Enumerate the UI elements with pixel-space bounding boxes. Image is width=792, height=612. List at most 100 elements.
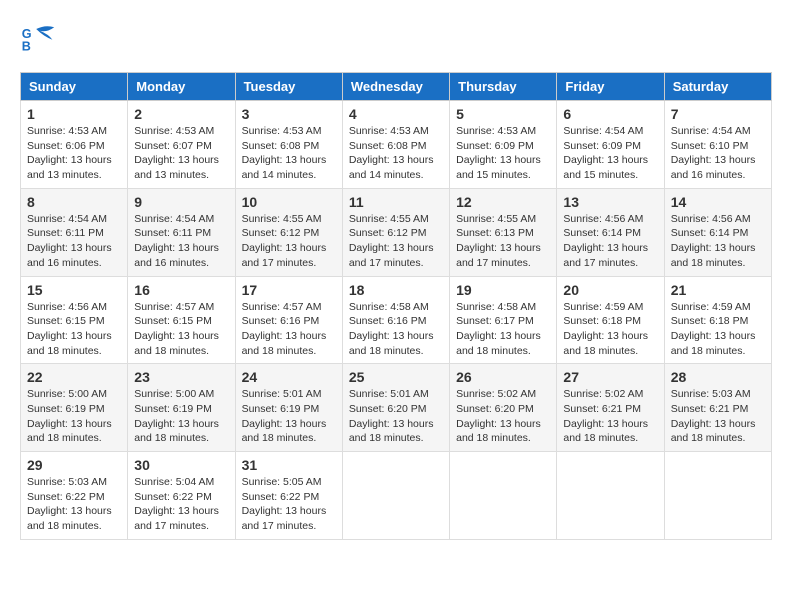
day-number: 8 bbox=[27, 194, 121, 210]
day-info: Sunrise: 5:01 AM Sunset: 6:20 PM Dayligh… bbox=[349, 387, 443, 446]
day-number: 23 bbox=[134, 369, 228, 385]
day-info: Sunrise: 4:53 AM Sunset: 6:06 PM Dayligh… bbox=[27, 124, 121, 183]
calendar-week-row: 8 Sunrise: 4:54 AM Sunset: 6:11 PM Dayli… bbox=[21, 188, 772, 276]
day-number: 22 bbox=[27, 369, 121, 385]
day-info: Sunrise: 4:53 AM Sunset: 6:08 PM Dayligh… bbox=[349, 124, 443, 183]
day-header-thursday: Thursday bbox=[450, 73, 557, 101]
calendar-cell bbox=[450, 452, 557, 540]
calendar-cell: 24 Sunrise: 5:01 AM Sunset: 6:19 PM Dayl… bbox=[235, 364, 342, 452]
svg-text:B: B bbox=[22, 40, 31, 54]
calendar-cell: 26 Sunrise: 5:02 AM Sunset: 6:20 PM Dayl… bbox=[450, 364, 557, 452]
day-info: Sunrise: 5:03 AM Sunset: 6:22 PM Dayligh… bbox=[27, 475, 121, 534]
calendar-cell: 4 Sunrise: 4:53 AM Sunset: 6:08 PM Dayli… bbox=[342, 101, 449, 189]
day-number: 17 bbox=[242, 282, 336, 298]
day-number: 29 bbox=[27, 457, 121, 473]
day-info: Sunrise: 4:58 AM Sunset: 6:17 PM Dayligh… bbox=[456, 300, 550, 359]
day-info: Sunrise: 4:55 AM Sunset: 6:13 PM Dayligh… bbox=[456, 212, 550, 271]
logo: G B bbox=[20, 20, 62, 56]
day-info: Sunrise: 4:55 AM Sunset: 6:12 PM Dayligh… bbox=[349, 212, 443, 271]
day-header-friday: Friday bbox=[557, 73, 664, 101]
day-info: Sunrise: 4:53 AM Sunset: 6:09 PM Dayligh… bbox=[456, 124, 550, 183]
calendar-cell: 21 Sunrise: 4:59 AM Sunset: 6:18 PM Dayl… bbox=[664, 276, 771, 364]
day-info: Sunrise: 4:54 AM Sunset: 6:11 PM Dayligh… bbox=[134, 212, 228, 271]
day-info: Sunrise: 4:54 AM Sunset: 6:09 PM Dayligh… bbox=[563, 124, 657, 183]
day-info: Sunrise: 5:00 AM Sunset: 6:19 PM Dayligh… bbox=[27, 387, 121, 446]
day-number: 19 bbox=[456, 282, 550, 298]
day-number: 9 bbox=[134, 194, 228, 210]
day-info: Sunrise: 4:57 AM Sunset: 6:15 PM Dayligh… bbox=[134, 300, 228, 359]
page-header: G B bbox=[20, 20, 772, 56]
day-number: 15 bbox=[27, 282, 121, 298]
day-info: Sunrise: 5:05 AM Sunset: 6:22 PM Dayligh… bbox=[242, 475, 336, 534]
day-number: 5 bbox=[456, 106, 550, 122]
calendar-cell bbox=[557, 452, 664, 540]
calendar-cell: 1 Sunrise: 4:53 AM Sunset: 6:06 PM Dayli… bbox=[21, 101, 128, 189]
calendar-cell: 23 Sunrise: 5:00 AM Sunset: 6:19 PM Dayl… bbox=[128, 364, 235, 452]
calendar-cell: 14 Sunrise: 4:56 AM Sunset: 6:14 PM Dayl… bbox=[664, 188, 771, 276]
day-number: 27 bbox=[563, 369, 657, 385]
day-number: 14 bbox=[671, 194, 765, 210]
day-header-wednesday: Wednesday bbox=[342, 73, 449, 101]
day-info: Sunrise: 4:59 AM Sunset: 6:18 PM Dayligh… bbox=[671, 300, 765, 359]
calendar-cell: 6 Sunrise: 4:54 AM Sunset: 6:09 PM Dayli… bbox=[557, 101, 664, 189]
calendar-cell: 13 Sunrise: 4:56 AM Sunset: 6:14 PM Dayl… bbox=[557, 188, 664, 276]
calendar-cell: 28 Sunrise: 5:03 AM Sunset: 6:21 PM Dayl… bbox=[664, 364, 771, 452]
calendar-cell: 10 Sunrise: 4:55 AM Sunset: 6:12 PM Dayl… bbox=[235, 188, 342, 276]
calendar-table: SundayMondayTuesdayWednesdayThursdayFrid… bbox=[20, 72, 772, 540]
day-info: Sunrise: 4:56 AM Sunset: 6:14 PM Dayligh… bbox=[563, 212, 657, 271]
calendar-cell bbox=[342, 452, 449, 540]
day-info: Sunrise: 5:00 AM Sunset: 6:19 PM Dayligh… bbox=[134, 387, 228, 446]
calendar-cell: 11 Sunrise: 4:55 AM Sunset: 6:12 PM Dayl… bbox=[342, 188, 449, 276]
calendar-cell: 22 Sunrise: 5:00 AM Sunset: 6:19 PM Dayl… bbox=[21, 364, 128, 452]
day-info: Sunrise: 4:54 AM Sunset: 6:11 PM Dayligh… bbox=[27, 212, 121, 271]
calendar-cell: 29 Sunrise: 5:03 AM Sunset: 6:22 PM Dayl… bbox=[21, 452, 128, 540]
day-info: Sunrise: 4:56 AM Sunset: 6:15 PM Dayligh… bbox=[27, 300, 121, 359]
day-number: 13 bbox=[563, 194, 657, 210]
day-info: Sunrise: 5:02 AM Sunset: 6:20 PM Dayligh… bbox=[456, 387, 550, 446]
calendar-cell: 20 Sunrise: 4:59 AM Sunset: 6:18 PM Dayl… bbox=[557, 276, 664, 364]
day-number: 4 bbox=[349, 106, 443, 122]
calendar-cell: 8 Sunrise: 4:54 AM Sunset: 6:11 PM Dayli… bbox=[21, 188, 128, 276]
day-number: 31 bbox=[242, 457, 336, 473]
day-info: Sunrise: 4:58 AM Sunset: 6:16 PM Dayligh… bbox=[349, 300, 443, 359]
day-number: 2 bbox=[134, 106, 228, 122]
calendar-cell: 30 Sunrise: 5:04 AM Sunset: 6:22 PM Dayl… bbox=[128, 452, 235, 540]
calendar-cell: 9 Sunrise: 4:54 AM Sunset: 6:11 PM Dayli… bbox=[128, 188, 235, 276]
day-number: 30 bbox=[134, 457, 228, 473]
calendar-cell: 31 Sunrise: 5:05 AM Sunset: 6:22 PM Dayl… bbox=[235, 452, 342, 540]
day-header-tuesday: Tuesday bbox=[235, 73, 342, 101]
calendar-week-row: 22 Sunrise: 5:00 AM Sunset: 6:19 PM Dayl… bbox=[21, 364, 772, 452]
day-info: Sunrise: 4:57 AM Sunset: 6:16 PM Dayligh… bbox=[242, 300, 336, 359]
day-number: 26 bbox=[456, 369, 550, 385]
calendar-cell: 17 Sunrise: 4:57 AM Sunset: 6:16 PM Dayl… bbox=[235, 276, 342, 364]
logo-icon: G B bbox=[20, 20, 56, 56]
calendar-cell: 2 Sunrise: 4:53 AM Sunset: 6:07 PM Dayli… bbox=[128, 101, 235, 189]
day-info: Sunrise: 4:53 AM Sunset: 6:07 PM Dayligh… bbox=[134, 124, 228, 183]
day-number: 6 bbox=[563, 106, 657, 122]
calendar-cell: 19 Sunrise: 4:58 AM Sunset: 6:17 PM Dayl… bbox=[450, 276, 557, 364]
day-number: 21 bbox=[671, 282, 765, 298]
day-number: 12 bbox=[456, 194, 550, 210]
day-info: Sunrise: 4:56 AM Sunset: 6:14 PM Dayligh… bbox=[671, 212, 765, 271]
day-number: 1 bbox=[27, 106, 121, 122]
day-number: 25 bbox=[349, 369, 443, 385]
day-number: 16 bbox=[134, 282, 228, 298]
day-number: 18 bbox=[349, 282, 443, 298]
day-info: Sunrise: 4:55 AM Sunset: 6:12 PM Dayligh… bbox=[242, 212, 336, 271]
day-header-saturday: Saturday bbox=[664, 73, 771, 101]
day-info: Sunrise: 5:01 AM Sunset: 6:19 PM Dayligh… bbox=[242, 387, 336, 446]
day-header-monday: Monday bbox=[128, 73, 235, 101]
calendar-cell: 16 Sunrise: 4:57 AM Sunset: 6:15 PM Dayl… bbox=[128, 276, 235, 364]
calendar-week-row: 29 Sunrise: 5:03 AM Sunset: 6:22 PM Dayl… bbox=[21, 452, 772, 540]
calendar-header-row: SundayMondayTuesdayWednesdayThursdayFrid… bbox=[21, 73, 772, 101]
day-number: 7 bbox=[671, 106, 765, 122]
day-number: 24 bbox=[242, 369, 336, 385]
day-info: Sunrise: 4:53 AM Sunset: 6:08 PM Dayligh… bbox=[242, 124, 336, 183]
calendar-cell: 25 Sunrise: 5:01 AM Sunset: 6:20 PM Dayl… bbox=[342, 364, 449, 452]
day-info: Sunrise: 5:04 AM Sunset: 6:22 PM Dayligh… bbox=[134, 475, 228, 534]
day-header-sunday: Sunday bbox=[21, 73, 128, 101]
calendar-cell bbox=[664, 452, 771, 540]
calendar-week-row: 15 Sunrise: 4:56 AM Sunset: 6:15 PM Dayl… bbox=[21, 276, 772, 364]
calendar-cell: 18 Sunrise: 4:58 AM Sunset: 6:16 PM Dayl… bbox=[342, 276, 449, 364]
day-info: Sunrise: 4:59 AM Sunset: 6:18 PM Dayligh… bbox=[563, 300, 657, 359]
